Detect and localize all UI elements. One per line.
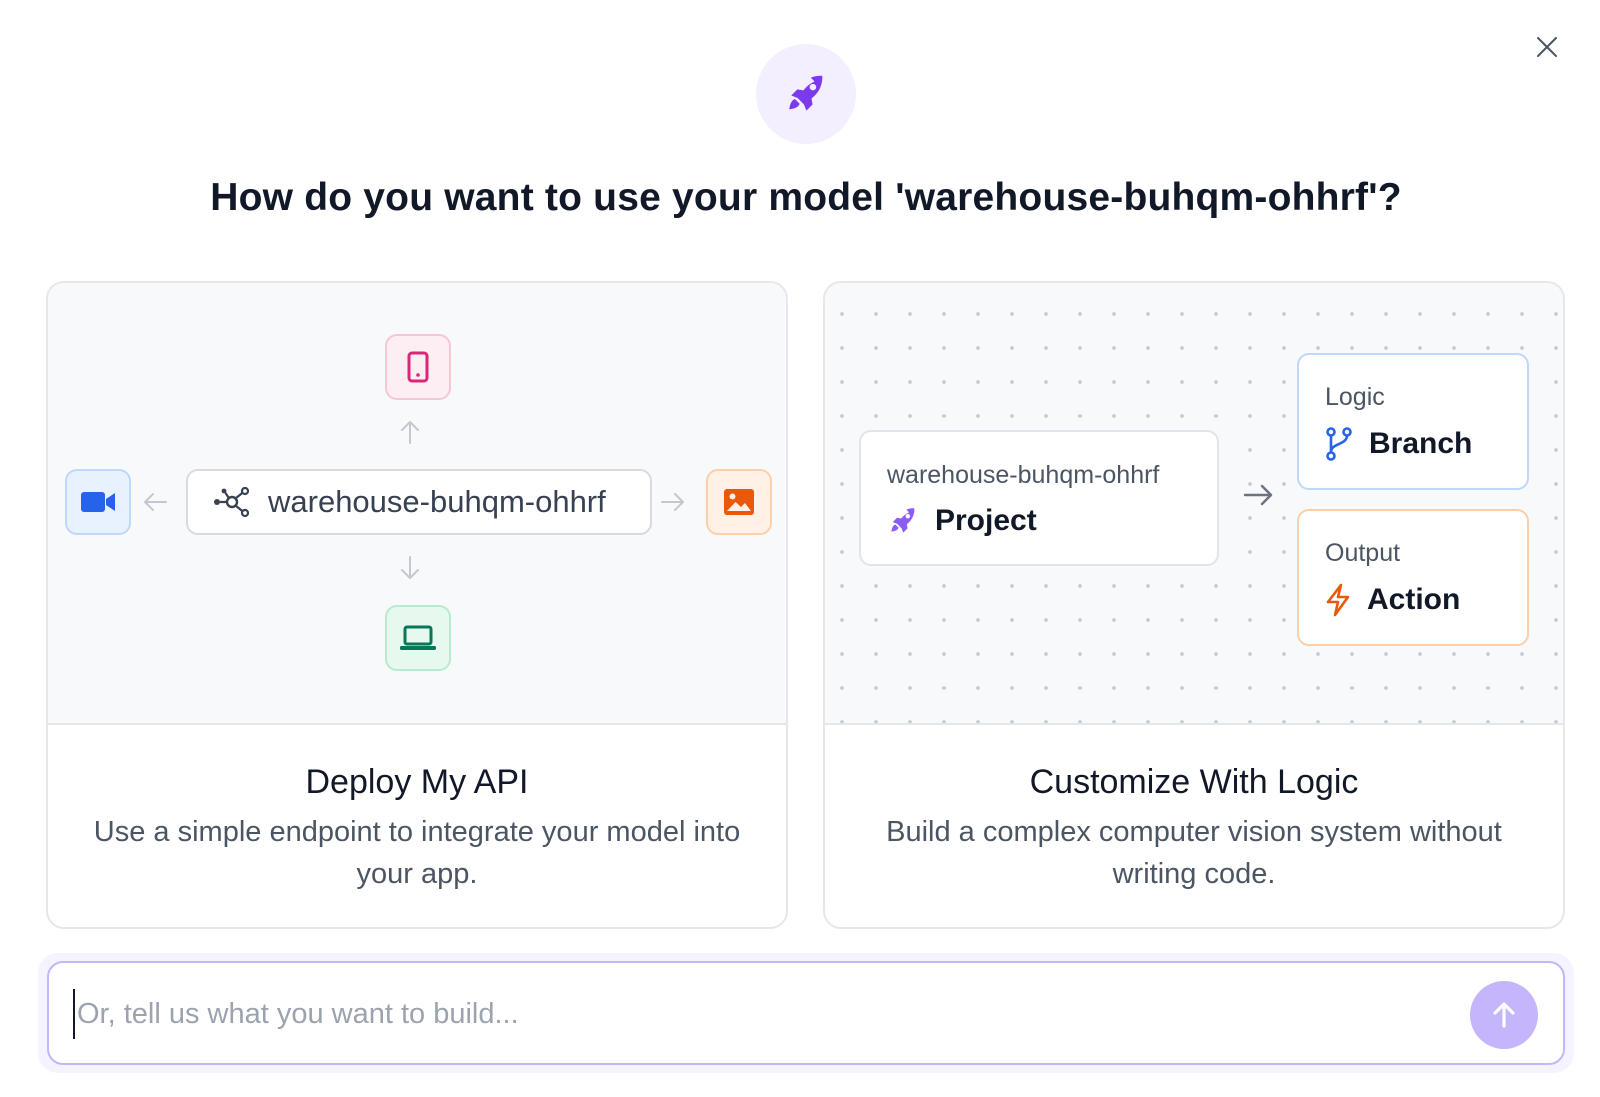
arrow-down-connector: [398, 555, 422, 581]
phone-icon: [407, 351, 429, 383]
deploy-card-description: Use a simple endpoint to integrate your …: [93, 816, 741, 890]
network-nodes-icon: [214, 486, 250, 518]
logic-node-sub: Logic: [1325, 383, 1385, 411]
flow-arrow: [1243, 481, 1275, 514]
video-camera-icon: [81, 492, 115, 512]
page-title: How do you want to use your model 'wareh…: [210, 176, 1402, 219]
model-pill: warehouse-buhqm-ohhrf: [186, 469, 652, 535]
deploy-api-card[interactable]: warehouse-buhqm-ohhrf Deploy My API Use …: [46, 281, 788, 929]
deploy-card-title: Deploy My API: [305, 763, 529, 801]
customize-card-description: Build a complex computer vision system w…: [886, 816, 1502, 890]
project-node-model-name: warehouse-buhqm-ohhrf: [887, 461, 1160, 489]
lightning-bolt-icon: [1326, 583, 1350, 617]
arrow-right-connector: [660, 490, 686, 514]
output-node-label: Action: [1367, 583, 1461, 616]
arrow-up-connector: [398, 419, 422, 445]
close-button[interactable]: [1530, 30, 1564, 64]
model-name-label: warehouse-buhqm-ohhrf: [268, 484, 606, 519]
arrow-up-icon: [1493, 1002, 1515, 1028]
rocket-icon: [891, 508, 915, 533]
customize-card-title: Customize With Logic: [1029, 763, 1359, 801]
hero-rocket-badge: [756, 44, 856, 144]
build-prompt-input[interactable]: [73, 989, 1453, 1039]
laptop-icon: [400, 625, 436, 650]
logic-node-label: Branch: [1369, 427, 1473, 460]
output-node-sub: Output: [1325, 539, 1401, 567]
git-branch-icon: [1326, 427, 1352, 461]
image-icon: [724, 489, 754, 515]
rocket-icon: [789, 75, 823, 111]
send-button[interactable]: [1470, 981, 1538, 1049]
prompt-box: [47, 961, 1565, 1065]
laptop-tile: [385, 605, 451, 671]
customize-logic-card[interactable]: warehouse-buhqm-ohhrf Project Logic Bran…: [823, 281, 1565, 929]
deploy-illustration: warehouse-buhqm-ohhrf: [48, 283, 786, 725]
arrow-left-connector: [142, 490, 168, 514]
output-node: Output Action: [1297, 509, 1529, 646]
project-node-label: Project: [935, 504, 1037, 537]
project-node: warehouse-buhqm-ohhrf Project: [859, 430, 1219, 566]
close-icon: [1537, 37, 1557, 57]
logic-node: Logic Branch: [1297, 353, 1529, 490]
phone-tile: [385, 334, 451, 400]
image-tile: [706, 469, 772, 535]
video-tile: [65, 469, 131, 535]
workflow-illustration: warehouse-buhqm-ohhrf Project Logic Bran…: [825, 283, 1563, 725]
